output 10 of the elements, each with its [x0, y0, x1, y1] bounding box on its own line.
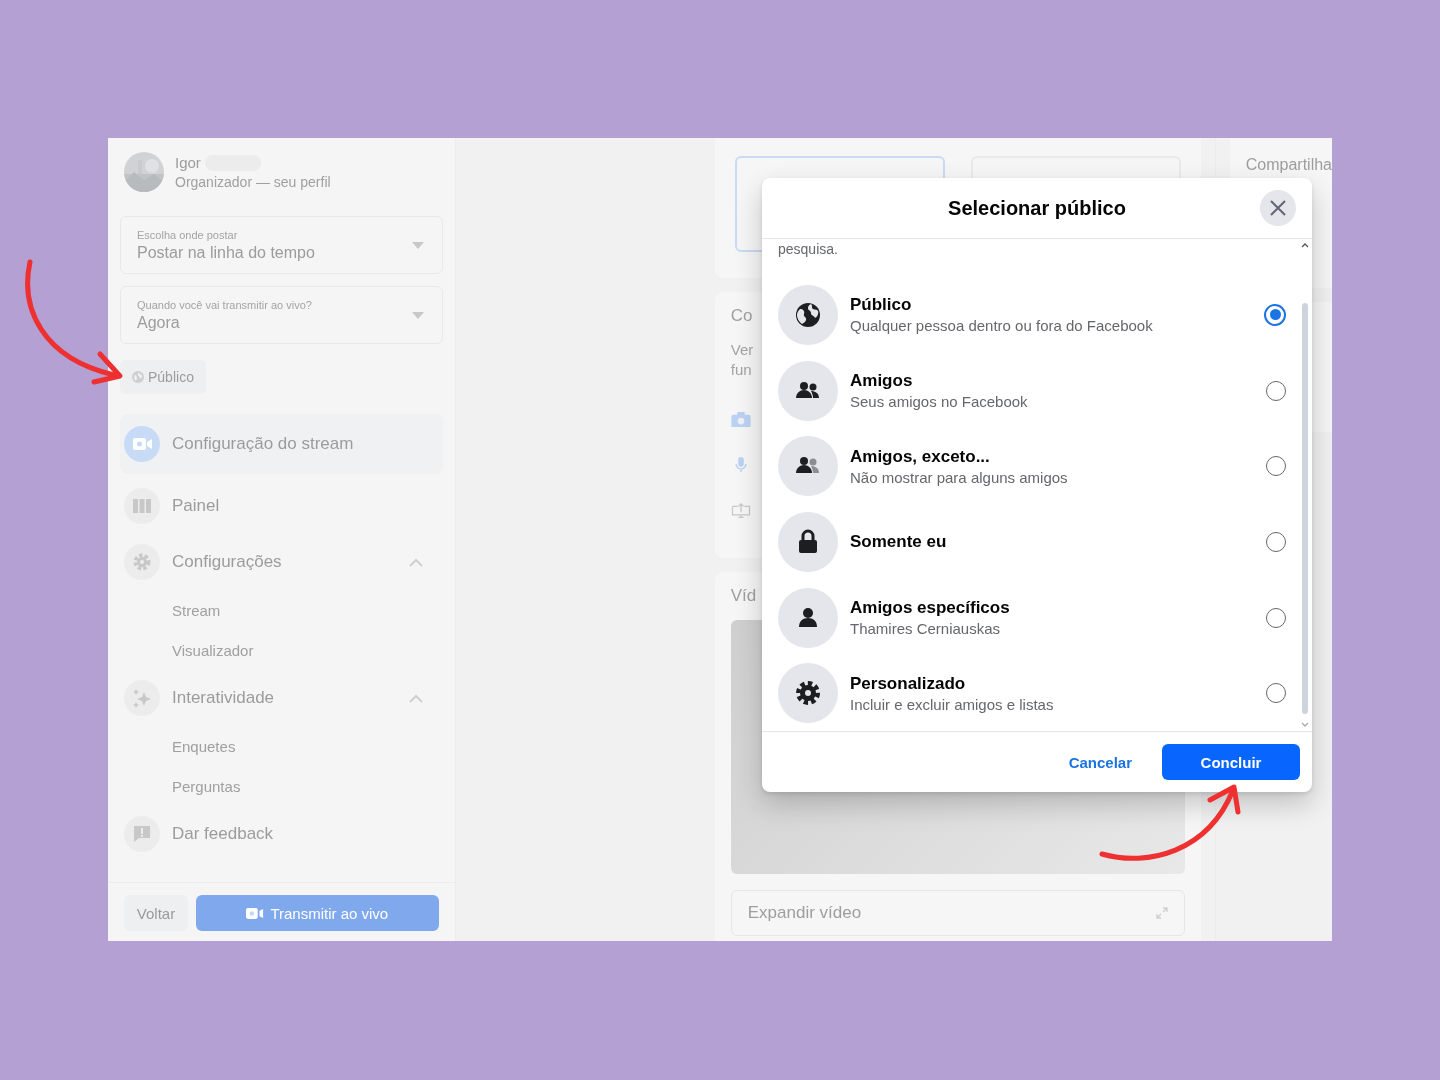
card-text: Ver: [730, 340, 754, 360]
panel-title: Compartilha: [1245, 156, 1332, 173]
card-title: Co: [730, 306, 753, 326]
card-text: fun: [730, 360, 753, 380]
expand-video-label: Expandir vídeo: [747, 903, 862, 923]
dialog-title: Selecionar público: [948, 196, 1126, 220]
user-name: Igor: [175, 154, 201, 171]
card-title: Víd: [730, 586, 758, 606]
intro-text: pesquisa.: [778, 241, 839, 257]
user-role: Organizador — seu perfil: [175, 174, 331, 190]
